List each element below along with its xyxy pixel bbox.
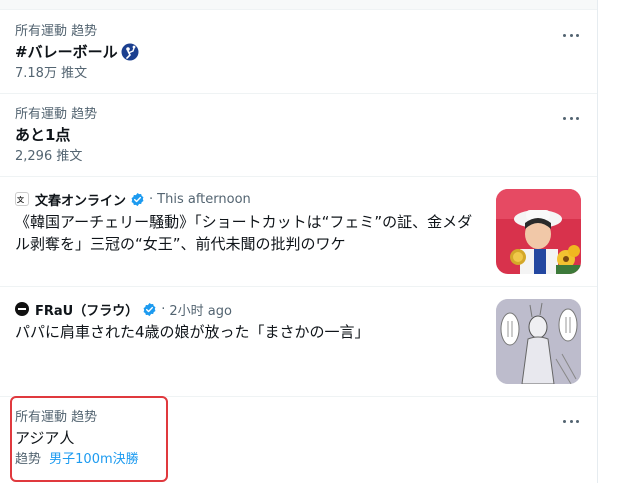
verified-badge-icon bbox=[131, 192, 144, 206]
trend-item-ato1ten[interactable]: 所有運動 趋势 あと1点 2,296 推文 bbox=[0, 94, 597, 177]
news-time: 2小时 ago bbox=[169, 303, 232, 319]
news-time: This afternoon bbox=[157, 191, 251, 207]
trend-item-volleyball[interactable]: 所有運動 趋势 #バレーボール 7.18万 推文 bbox=[0, 11, 597, 94]
trend-title: あと1点 bbox=[15, 126, 71, 144]
news-thumbnail[interactable] bbox=[496, 189, 581, 274]
manga-panel-icon bbox=[496, 299, 581, 384]
news-source-line: FRaU（フラウ） · 2小时 ago bbox=[15, 300, 232, 319]
news-item-frau[interactable]: FRaU（フラウ） · 2小时 ago パパに肩車された4歳の娘が放った「まさか… bbox=[0, 287, 597, 397]
trend-count: 7.18万 推文 bbox=[15, 66, 88, 81]
svg-text:文: 文 bbox=[17, 195, 25, 204]
news-thumbnail[interactable] bbox=[496, 299, 581, 384]
highlight-box bbox=[10, 396, 168, 482]
trend-title: #バレーボール bbox=[15, 42, 139, 62]
frau-logo-icon bbox=[15, 302, 29, 316]
trend-meta: 所有運動 趋势 bbox=[15, 107, 98, 122]
news-item-bunshun[interactable]: 文 文春オンライン · This afternoon 《韓国アーチェリー騒動》「… bbox=[0, 177, 597, 287]
top-divider bbox=[0, 0, 597, 10]
more-options-icon[interactable] bbox=[563, 110, 579, 126]
volleyball-icon bbox=[121, 43, 139, 61]
news-headline: 《韓国アーチェリー騒動》「ショートカットは“フェミ”の証、金メダル剥奪を」三冠の… bbox=[15, 213, 473, 253]
trend-title-text: #バレーボール bbox=[15, 43, 118, 61]
news-source-name: 文春オンライン bbox=[35, 193, 127, 209]
bunshun-logo-icon: 文 bbox=[15, 192, 29, 206]
verified-badge-icon bbox=[143, 302, 156, 316]
news-source-line: 文 文春オンライン · This afternoon bbox=[15, 190, 251, 209]
news-separator: · bbox=[149, 191, 154, 207]
news-separator: · bbox=[161, 301, 166, 317]
more-options-icon[interactable] bbox=[563, 413, 579, 429]
trend-meta: 所有運動 趋势 bbox=[15, 24, 98, 39]
news-headline: パパに肩車された4歳の娘が放った「まさかの一言」 bbox=[15, 323, 370, 341]
archer-photo-icon bbox=[496, 189, 581, 274]
news-source-name: FRaU（フラウ） bbox=[35, 303, 139, 319]
more-options-icon[interactable] bbox=[563, 27, 579, 43]
trend-count: 2,296 推文 bbox=[15, 149, 83, 164]
